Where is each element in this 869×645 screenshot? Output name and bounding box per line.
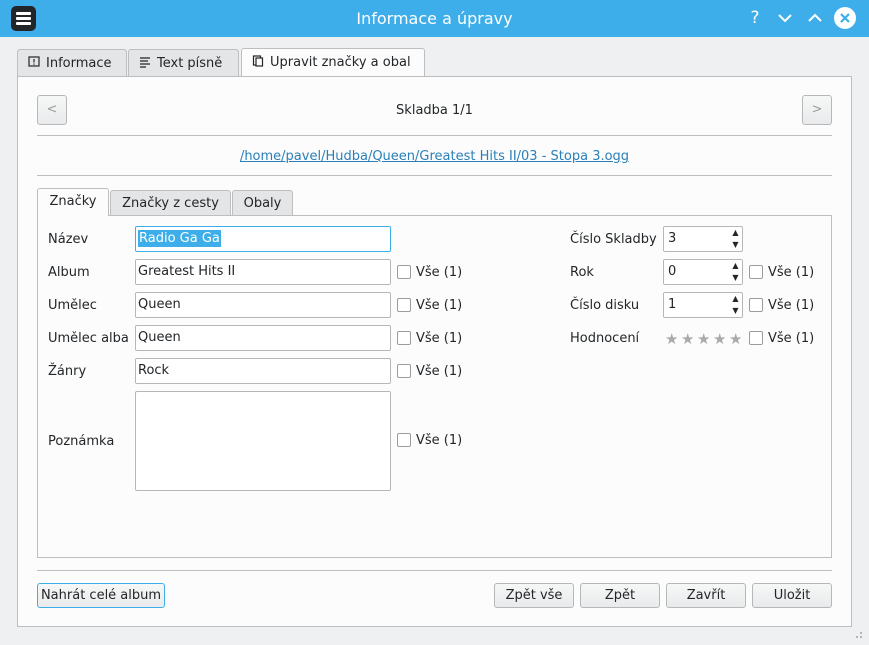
- load-album-button[interactable]: Nahrát celé album: [37, 583, 165, 608]
- genres-apply-all-label: Vše (1): [416, 364, 463, 379]
- disc-number-value: 1: [668, 297, 677, 312]
- revert-all-button[interactable]: Zpět vše: [494, 583, 574, 608]
- revert-button[interactable]: Zpět: [580, 583, 660, 608]
- track-number-value: 3: [668, 231, 677, 246]
- tab-edit-tags[interactable]: Upravit značky a obal: [241, 48, 425, 78]
- close-window-button[interactable]: [834, 7, 856, 29]
- artist-apply-all-checkbox[interactable]: [397, 298, 411, 312]
- spin-down-icon[interactable]: ▼: [729, 305, 742, 317]
- title-value: Radio Ga Ga: [138, 230, 221, 247]
- year-spinbox[interactable]: 0 ▲ ▼: [663, 259, 743, 285]
- minimize-button[interactable]: [774, 7, 796, 29]
- title-field[interactable]: Radio Ga Ga: [135, 226, 391, 252]
- spin-up-icon[interactable]: ▲: [729, 293, 742, 305]
- disc-number-spinbox[interactable]: 1 ▲ ▼: [663, 292, 743, 318]
- genres-label: Žánry: [48, 364, 87, 379]
- album-apply-all-checkbox[interactable]: [397, 265, 411, 279]
- album-artist-label: Umělec alba: [48, 331, 129, 346]
- window-title: Informace a úpravy: [356, 9, 513, 28]
- album-field[interactable]: Greatest Hits II: [135, 259, 391, 285]
- track-number-label: Číslo Skladby: [570, 232, 657, 247]
- year-apply-all-checkbox[interactable]: [749, 265, 763, 279]
- close-button[interactable]: Zavřít: [666, 583, 746, 608]
- year-value: 0: [668, 264, 677, 279]
- year-label: Rok: [570, 265, 594, 280]
- disc-number-label: Číslo disku: [570, 298, 640, 313]
- album-artist-apply-all-label: Vše (1): [416, 331, 463, 346]
- spin-down-icon[interactable]: ▼: [729, 272, 742, 284]
- comment-apply-all-label: Vše (1): [416, 433, 463, 448]
- rating-star-icon[interactable]: ★: [681, 330, 694, 348]
- divider: [37, 175, 832, 176]
- comment-label: Poznámka: [48, 434, 115, 449]
- rating-star-icon[interactable]: ★: [665, 330, 678, 348]
- track-number-spinbox[interactable]: 3 ▲ ▼: [663, 226, 743, 252]
- rating-apply-all-checkbox[interactable]: [749, 331, 763, 345]
- spin-up-icon[interactable]: ▲: [729, 260, 742, 272]
- rating-star-icon[interactable]: ★: [697, 330, 710, 348]
- rating-star-icon[interactable]: ★: [713, 330, 726, 348]
- rating-label: Hodnocení: [570, 331, 640, 346]
- tab-edit-tags-label: Upravit značky a obal: [270, 55, 411, 70]
- tab-covers[interactable]: Obaly: [232, 190, 293, 216]
- rating-apply-all-label: Vše (1): [768, 331, 815, 346]
- divider: [37, 570, 832, 571]
- chevron-down-icon: [778, 14, 792, 23]
- tab-lyrics[interactable]: Text písně: [128, 49, 239, 77]
- chevron-up-icon: [808, 13, 822, 22]
- save-button[interactable]: Uložit: [752, 583, 832, 608]
- artist-apply-all-label: Vše (1): [416, 298, 463, 313]
- album-artist-field[interactable]: Queen: [135, 325, 391, 351]
- lyrics-icon: [140, 57, 150, 68]
- year-apply-all-label: Vše (1): [768, 265, 815, 280]
- genres-apply-all-checkbox[interactable]: [397, 364, 411, 378]
- disc-number-apply-all-label: Vše (1): [768, 298, 815, 313]
- tag-edit-icon: [252, 55, 264, 67]
- album-artist-apply-all-checkbox[interactable]: [397, 331, 411, 345]
- disc-number-apply-all-checkbox[interactable]: [749, 298, 763, 312]
- track-position: Skladba 1/1: [396, 103, 473, 118]
- album-apply-all-label: Vše (1): [416, 265, 463, 280]
- artist-field[interactable]: Queen: [135, 292, 391, 318]
- spin-up-icon[interactable]: ▲: [729, 227, 742, 239]
- resize-grip-icon[interactable]: [853, 629, 863, 639]
- tab-tags[interactable]: Značky: [37, 188, 109, 216]
- info-icon: [28, 56, 40, 67]
- title-label: Název: [48, 232, 89, 247]
- album-label: Album: [48, 265, 90, 280]
- tab-information-label: Informace: [46, 56, 112, 71]
- tab-tags-from-path[interactable]: Značky z cesty: [110, 190, 231, 216]
- genres-field[interactable]: Rock: [135, 358, 391, 384]
- spin-down-icon[interactable]: ▼: [729, 239, 742, 251]
- divider: [37, 135, 832, 136]
- artist-label: Umělec: [48, 298, 97, 313]
- close-icon: [840, 13, 850, 23]
- comment-apply-all-checkbox[interactable]: [397, 433, 411, 447]
- tab-lyrics-label: Text písně: [157, 56, 223, 71]
- file-path-link[interactable]: /home/pavel/Hudba/Queen/Greatest Hits II…: [37, 149, 832, 164]
- next-track-button[interactable]: >: [802, 95, 832, 125]
- tab-information[interactable]: Informace: [17, 49, 127, 77]
- comment-field[interactable]: [135, 391, 391, 491]
- window-titlebar: Informace a úpravy ?: [0, 0, 869, 37]
- rating-star-icon[interactable]: ★: [729, 330, 742, 348]
- help-button[interactable]: ?: [744, 7, 766, 29]
- maximize-button[interactable]: [804, 7, 826, 29]
